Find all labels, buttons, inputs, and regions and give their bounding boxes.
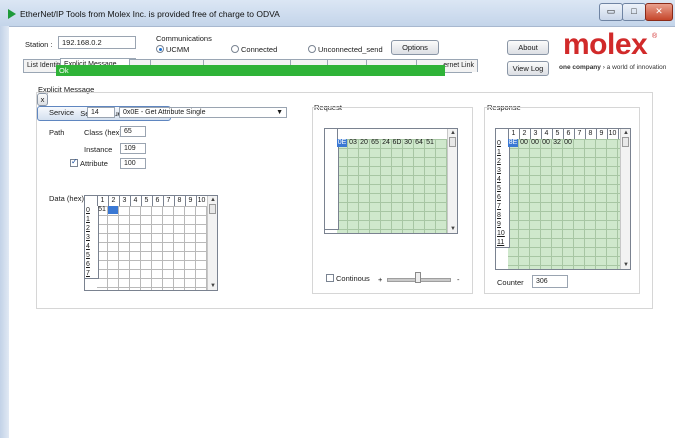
path-label: Path (49, 128, 65, 137)
scroll-up-icon[interactable]: ▲ (448, 129, 457, 137)
response-grid: 1 2 3 4 5 6 7 8 9 10 ▲ ▼ 0 1 2 3 4 5 6 7 8 9 10 11 8E 00 00 00 32… (495, 128, 631, 270)
data-grid[interactable]: 1 2 3 4 5 6 7 8 9 10 ▲ ▼ 0 1 2 3 4 5 6 7 51 (84, 195, 218, 291)
radio-connected-label: Connected (241, 45, 278, 54)
grid-body (508, 139, 620, 269)
window-left-edge (0, 26, 9, 438)
grid-row-header: 7 (85, 269, 99, 279)
status-bar: Ok (56, 65, 445, 76)
grid-row-header: 11 (496, 238, 510, 248)
grid-cell[interactable]: 00 (541, 139, 551, 147)
minimize-button[interactable]: ▭ (599, 3, 623, 21)
scroll-thumb[interactable] (622, 137, 629, 147)
instance-label: Instance (84, 145, 113, 154)
grid-corner-cell (325, 129, 338, 139)
grid-cell[interactable] (108, 206, 118, 214)
grid-cell[interactable]: 00 (530, 139, 540, 147)
radio-unconnected-send[interactable] (308, 45, 316, 53)
explicit-message-panel: Service 14 0x0E - Get Attribute Single ▼… (36, 92, 653, 309)
service-select[interactable]: 0x0E - Get Attribute Single ▼ (119, 107, 287, 118)
grid-body (97, 206, 207, 290)
scroll-thumb[interactable] (209, 204, 216, 214)
scroll-up-icon[interactable]: ▲ (208, 196, 217, 204)
attribute-checkbox[interactable] (70, 157, 78, 167)
grid-cell[interactable]: 20 (359, 139, 369, 147)
tagline-bold: one company (559, 64, 601, 71)
grid-cell[interactable]: 8E (508, 139, 518, 147)
attribute-label: Attribute (80, 159, 108, 168)
attribute-field[interactable]: 100 (120, 158, 146, 169)
radio-connected[interactable] (231, 45, 239, 53)
slider-plus-label: + (378, 275, 383, 284)
grid-cell[interactable]: 6D (392, 139, 402, 147)
communications-label: Communications (156, 34, 212, 43)
service-code-field[interactable]: 14 (87, 107, 115, 118)
grid-cell[interactable]: 24 (381, 139, 391, 147)
scroll-thumb[interactable] (449, 137, 456, 147)
slider-minus-label: - (457, 275, 460, 284)
data-grid-scrollbar[interactable]: ▲ ▼ (207, 196, 217, 290)
counter-field: 306 (532, 275, 568, 288)
service-label: Service (49, 108, 75, 117)
registered-mark: ® (652, 33, 658, 40)
service-select-value: 0x0E - Get Attribute Single (123, 109, 206, 116)
grid-cell[interactable]: 30 (403, 139, 413, 147)
scroll-up-icon[interactable]: ▲ (621, 129, 630, 137)
close-button[interactable]: ✕ (645, 3, 673, 21)
data-label: Data (hex) (49, 194, 85, 203)
grid-cell[interactable]: 64 (414, 139, 424, 147)
grid-cell[interactable]: 0E (337, 139, 347, 147)
grid-cell[interactable]: 03 (348, 139, 358, 147)
grid-cell[interactable]: 51 (97, 206, 107, 214)
request-grid: ▲ ▼ 0E 03 20 65 24 6D 30 64 51 (324, 128, 458, 234)
class-label: Class (hex) (84, 128, 122, 137)
scroll-down-icon[interactable]: ▼ (208, 282, 217, 290)
app-icon (8, 9, 16, 19)
request-grid-scrollbar[interactable]: ▲ ▼ (447, 129, 457, 233)
radio-ucmm-label: UCMM (166, 45, 190, 54)
station-input[interactable]: 192.168.0.2 (58, 36, 136, 49)
radio-ucmm[interactable] (156, 45, 164, 53)
maximize-button[interactable]: □ (622, 3, 646, 21)
tagline-rest: › a world of innovation (600, 64, 667, 71)
scroll-down-icon[interactable]: ▼ (448, 225, 457, 233)
window-title: EtherNet/IP Tools from Molex Inc. is pro… (20, 9, 280, 19)
grid-column-header: 10 (607, 129, 619, 139)
view-log-button[interactable]: View Log (507, 61, 549, 76)
molex-logo: molex (563, 28, 648, 61)
interval-slider-thumb[interactable] (415, 272, 421, 283)
scroll-down-icon[interactable]: ▼ (621, 261, 630, 269)
grid-body (337, 139, 447, 233)
grid-cell[interactable]: 00 (519, 139, 529, 147)
clear-data-button[interactable]: x (37, 93, 48, 106)
grid-cell[interactable]: 32 (552, 139, 562, 147)
continous-label: Continous (336, 274, 370, 283)
counter-label: Counter (497, 278, 524, 287)
title-bar: EtherNet/IP Tools from Molex Inc. is pro… (0, 0, 675, 27)
about-button[interactable]: About (507, 40, 549, 55)
grid-cell[interactable]: 65 (370, 139, 380, 147)
continous-checkbox[interactable] (326, 274, 334, 282)
brand-tagline: one company › a world of innovation (559, 64, 666, 71)
instance-field[interactable]: 109 (120, 143, 146, 154)
grid-row-header (325, 220, 339, 230)
class-field[interactable]: 65 (120, 126, 146, 137)
station-label: Station : (25, 40, 53, 49)
grid-cell[interactable]: 00 (563, 139, 573, 147)
options-button[interactable]: Options (391, 40, 439, 55)
chevron-down-icon: ▼ (276, 109, 283, 116)
response-grid-scrollbar[interactable]: ▲ ▼ (620, 129, 630, 269)
radio-unconnected-send-label: Unconnected_send (318, 45, 383, 54)
grid-cell[interactable]: 51 (425, 139, 435, 147)
